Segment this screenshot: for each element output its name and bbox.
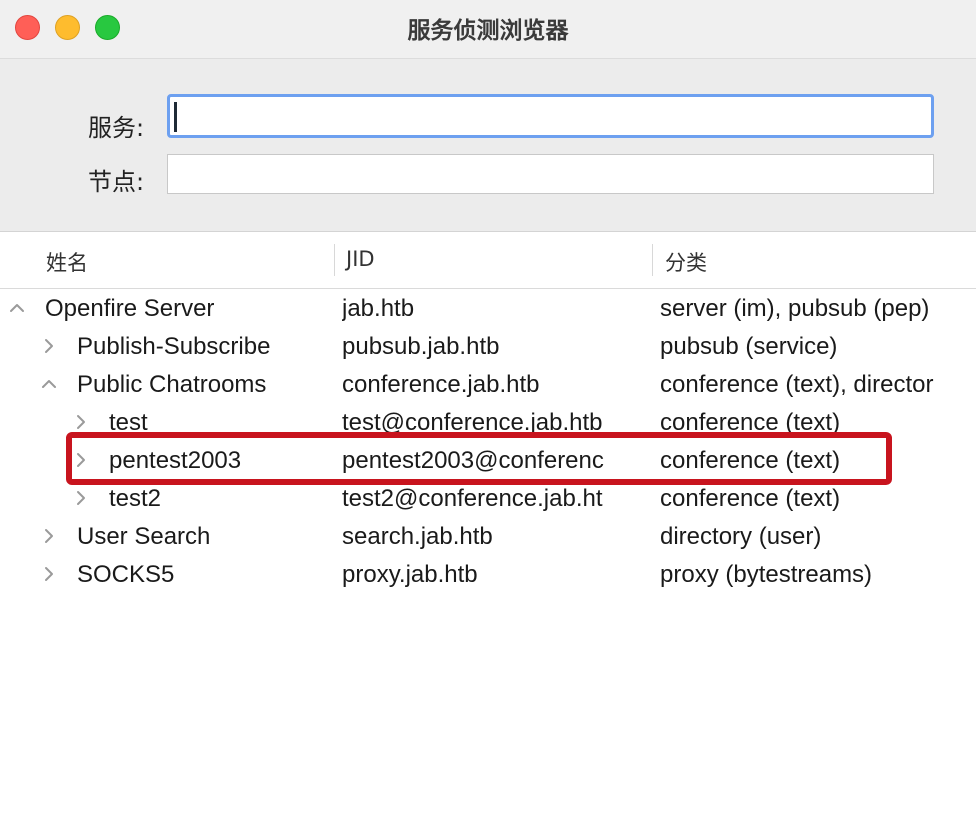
query-form: 服务: 节点: bbox=[0, 58, 976, 232]
cell-name: test2 bbox=[109, 485, 162, 512]
service-input[interactable] bbox=[167, 94, 934, 138]
cell-name: Publish-Subscribe bbox=[77, 333, 271, 360]
cell-jid: test2@conference.jab.ht bbox=[342, 485, 603, 512]
cell-category: pubsub (service) bbox=[660, 333, 838, 360]
column-header-category[interactable]: 分类 bbox=[665, 247, 707, 277]
table-row[interactable]: test2 test2@conference.jab.ht conference (… bbox=[0, 481, 976, 519]
cell-jid: test@conference.jab.htb bbox=[342, 409, 603, 436]
chevron-right-icon[interactable] bbox=[73, 486, 89, 510]
cell-category: conference (text) bbox=[660, 485, 841, 512]
chevron-right-icon[interactable] bbox=[41, 334, 57, 358]
chevron-up-icon[interactable] bbox=[41, 372, 57, 396]
service-label: 服务: bbox=[88, 114, 145, 142]
cell-jid: proxy.jab.htb bbox=[342, 561, 478, 588]
title-bar: 服务侦测浏览器 bbox=[0, 0, 976, 58]
cell-name: test bbox=[109, 409, 148, 436]
cell-category: server (im), pubsub (pep) bbox=[660, 295, 930, 322]
table-row[interactable]: Public Chatrooms conference.jab.htb confer… bbox=[0, 367, 976, 405]
node-input[interactable] bbox=[167, 154, 934, 194]
cell-name: pentest2003 bbox=[109, 447, 242, 474]
discovery-table: 姓名 JID 分类 Openfire Server jab.htb server (… bbox=[0, 231, 976, 838]
column-divider[interactable] bbox=[334, 244, 335, 276]
text-cursor bbox=[174, 102, 177, 132]
cell-name: User Search bbox=[77, 523, 211, 550]
cell-category: conference (text) bbox=[660, 447, 841, 474]
column-header-name[interactable]: 姓名 bbox=[46, 247, 88, 277]
chevron-right-icon[interactable] bbox=[41, 524, 57, 548]
cell-jid: search.jab.htb bbox=[342, 523, 493, 550]
cell-name: Public Chatrooms bbox=[77, 371, 267, 398]
node-label: 节点: bbox=[88, 168, 145, 196]
chevron-right-icon[interactable] bbox=[73, 410, 89, 434]
cell-category: conference (text), director bbox=[660, 371, 934, 398]
table-row[interactable]: SOCKS5 proxy.jab.htb proxy (bytestreams) bbox=[0, 557, 976, 595]
window-title: 服务侦测浏览器 bbox=[407, 18, 569, 44]
table-row[interactable]: User Search search.jab.htb directory (user… bbox=[0, 519, 976, 557]
cell-category: conference (text) bbox=[660, 409, 841, 436]
table-row[interactable]: Publish-Subscribe pubsub.jab.htb pubsub (s… bbox=[0, 329, 976, 367]
column-divider[interactable] bbox=[652, 244, 653, 276]
cell-category: proxy (bytestreams) bbox=[660, 561, 873, 588]
column-header-jid[interactable]: JID bbox=[346, 247, 375, 271]
chevron-up-icon[interactable] bbox=[9, 296, 25, 320]
cell-jid: pentest2003@conferenc bbox=[342, 447, 604, 474]
chevron-right-icon[interactable] bbox=[73, 448, 89, 472]
cell-name: SOCKS5 bbox=[77, 561, 175, 588]
table-row[interactable]: pentest2003 pentest2003@conferenc conferen… bbox=[0, 443, 976, 481]
chevron-right-icon[interactable] bbox=[41, 562, 57, 586]
cell-jid: pubsub.jab.htb bbox=[342, 333, 500, 360]
cell-jid: jab.htb bbox=[342, 295, 415, 322]
cell-name: Openfire Server bbox=[45, 295, 215, 322]
cell-category: directory (user) bbox=[660, 523, 822, 550]
table-row[interactable]: Openfire Server jab.htb server (im), pubsu… bbox=[0, 291, 976, 329]
table-header: 姓名 JID 分类 bbox=[0, 232, 976, 289]
table-row[interactable]: test test@conference.jab.htb conference (t… bbox=[0, 405, 976, 443]
cell-jid: conference.jab.htb bbox=[342, 371, 540, 398]
service-discovery-window: 服务侦测浏览器 服务: 节点: 姓名 JID 分类 Openfire Serve… bbox=[0, 0, 976, 838]
